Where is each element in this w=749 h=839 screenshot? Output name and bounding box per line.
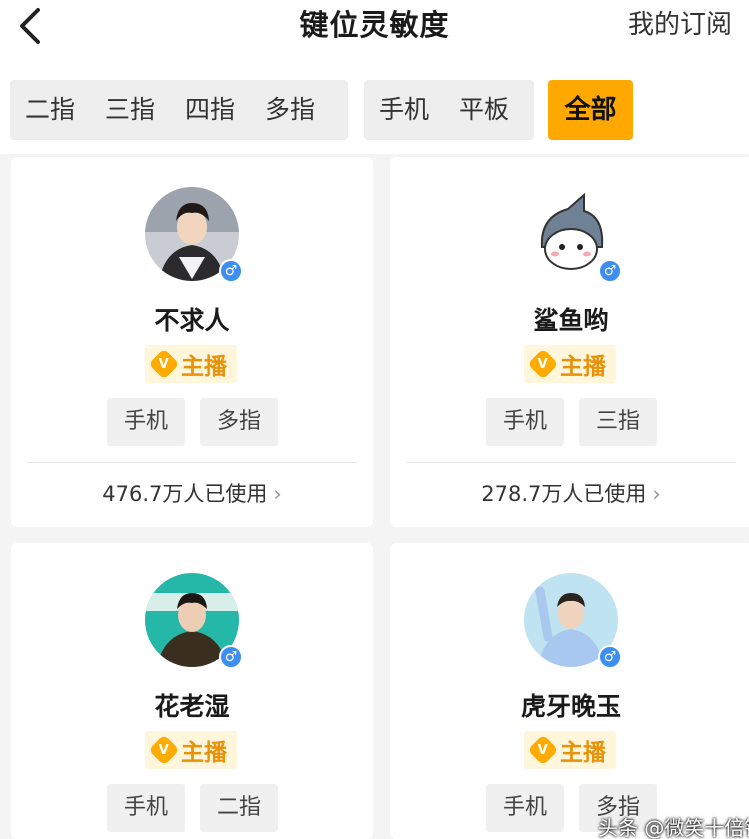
avatar: ♂ <box>145 573 243 669</box>
finger-filter-group: 二指 三指 四指 多指 <box>10 80 348 140</box>
tag-fingers: 二指 <box>200 784 278 832</box>
streamer-name: 虎牙晚玉 <box>520 692 621 721</box>
filter-two-finger[interactable]: 二指 <box>10 80 90 140</box>
male-gender-icon: ♂ <box>598 259 622 283</box>
streamer-name: 鲨鱼哟 <box>533 306 609 335</box>
divider <box>27 462 357 463</box>
tag-device: 手机 <box>107 398 185 446</box>
male-gender-icon: ♂ <box>219 259 243 283</box>
filter-four-finger[interactable]: 四指 <box>170 80 250 140</box>
tag-fingers: 多指 <box>200 398 278 446</box>
filter-three-finger[interactable]: 三指 <box>90 80 170 140</box>
chevron-right-icon: › <box>273 482 282 506</box>
filter-multi-finger[interactable]: 多指 <box>250 80 330 140</box>
usage-count[interactable]: 278.7万人已使用 › <box>390 478 749 508</box>
filter-phone[interactable]: 手机 <box>364 80 444 140</box>
tag-fingers: 三指 <box>579 398 657 446</box>
config-card[interactable]: ♂ 不求人 V 主播 手机 多指 476.7万人已使用 › <box>11 157 373 527</box>
filter-all[interactable]: 全部 <box>548 80 633 140</box>
streamer-badge: V 主播 <box>145 345 237 383</box>
filter-tablet[interactable]: 平板 <box>444 80 524 140</box>
device-filter-group: 手机 平板 <box>364 80 534 140</box>
avatar: ♂ <box>145 187 243 283</box>
verified-v-icon: V <box>148 348 180 380</box>
divider <box>406 462 736 463</box>
verified-v-icon: V <box>148 734 180 766</box>
verified-v-icon: V <box>527 734 559 766</box>
tag-device: 手机 <box>107 784 185 832</box>
verified-v-icon: V <box>527 348 559 380</box>
top-bar: 键位灵敏度 我的订阅 <box>0 0 749 58</box>
male-gender-icon: ♂ <box>219 645 243 669</box>
config-card[interactable]: ♂ 花老湿 V 主播 手机 二指 <box>11 543 373 839</box>
usage-count[interactable]: 476.7万人已使用 › <box>11 478 373 508</box>
tab-my-subscriptions[interactable]: 我的订阅 <box>628 4 732 41</box>
streamer-badge: V 主播 <box>524 731 616 769</box>
watermark: 头条 @微笑十倍镜 <box>598 816 749 839</box>
streamer-badge: V 主播 <box>145 731 237 769</box>
streamer-name: 不求人 <box>154 306 230 335</box>
avatar: ♂ <box>524 187 622 283</box>
streamer-badge: V 主播 <box>524 345 616 383</box>
tag-device: 手机 <box>486 784 564 832</box>
filter-bar: 二指 三指 四指 多指 手机 平板 全部 <box>0 58 749 154</box>
config-card[interactable]: ♂ 虎牙晚玉 V 主播 手机 多指 <box>390 543 749 839</box>
avatar: ♂ <box>524 573 622 669</box>
male-gender-icon: ♂ <box>598 645 622 669</box>
streamer-name: 花老湿 <box>154 692 230 721</box>
tag-device: 手机 <box>486 398 564 446</box>
config-card[interactable]: ♂ 鲨鱼哟 V 主播 手机 三指 278.7万人已使用 › <box>390 157 749 527</box>
chevron-right-icon: › <box>652 482 661 506</box>
